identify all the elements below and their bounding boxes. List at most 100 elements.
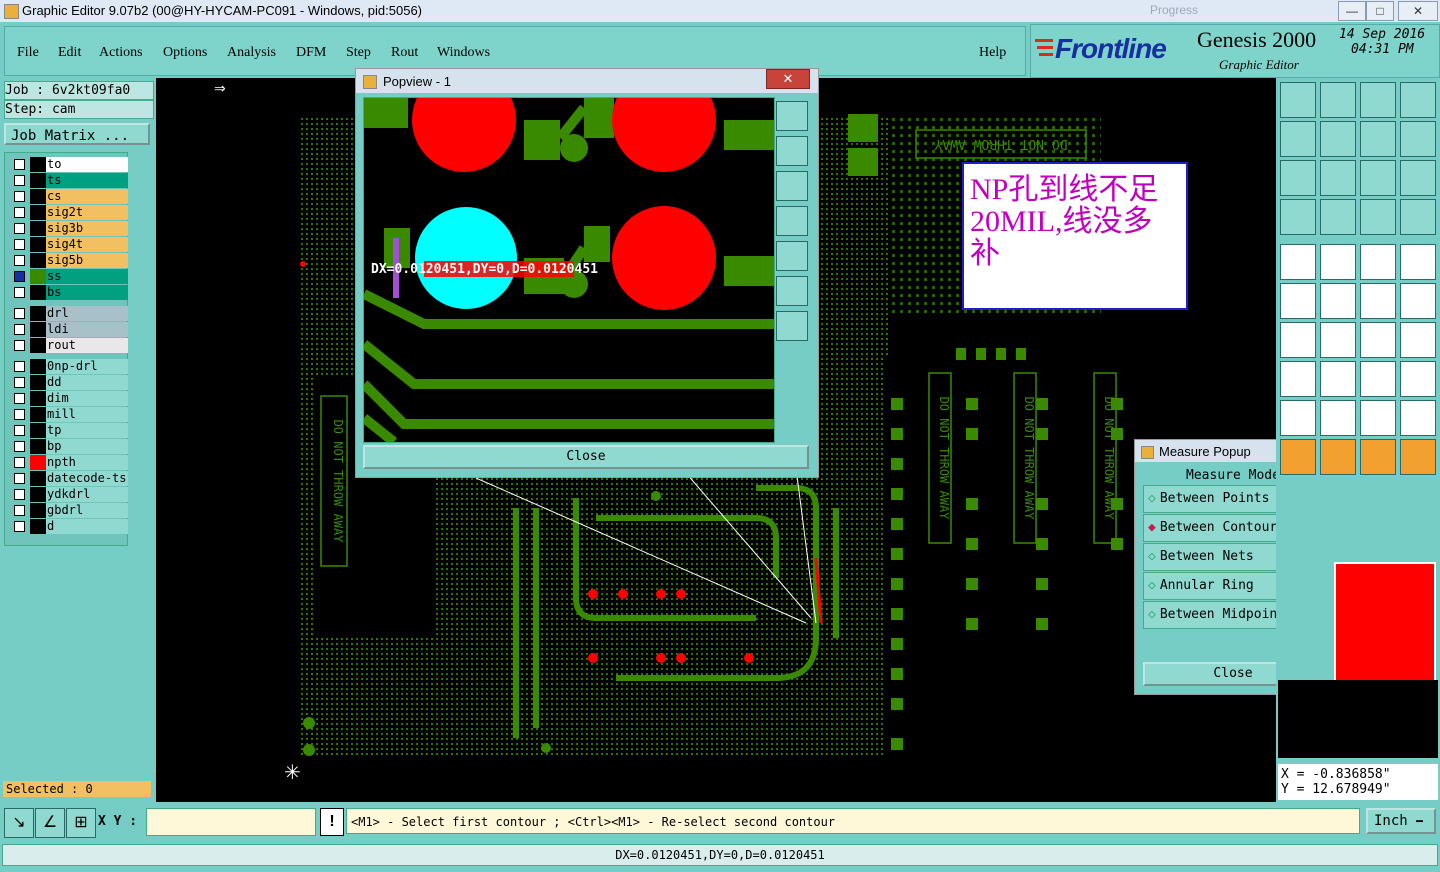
layer-row-ts[interactable]: ts — [14, 173, 129, 188]
layer-checkbox[interactable] — [14, 308, 25, 319]
layer-name[interactable]: mill — [46, 407, 128, 422]
layer-color-swatch[interactable] — [30, 487, 46, 502]
add-circle-icon[interactable] — [1400, 244, 1436, 280]
layer-name[interactable]: ldi — [46, 322, 128, 337]
connect-icon[interactable] — [1280, 283, 1316, 319]
layer-checkbox[interactable] — [14, 505, 25, 516]
layer-row-sig4t[interactable]: sig4t — [14, 237, 129, 252]
layer-row-dim[interactable]: dim — [14, 391, 129, 406]
layer-name[interactable]: npth — [46, 455, 128, 470]
layer-color-swatch[interactable] — [30, 503, 46, 518]
menu-actions[interactable]: Actions — [99, 45, 143, 61]
popview-canvas[interactable]: DX=0.0120451,DY=0,D=0.0120451 — [363, 97, 775, 443]
layer-color-swatch[interactable] — [30, 306, 46, 321]
snap-icon[interactable]: ↘ — [4, 808, 34, 838]
layer-checkbox[interactable] — [14, 457, 25, 468]
close-window-button[interactable]: ✕ — [1398, 1, 1438, 21]
layer-row-0np-drl[interactable]: 0np-drl — [14, 359, 129, 374]
layer-checkbox[interactable] — [14, 473, 25, 484]
layer-up-icon[interactable] — [1280, 82, 1316, 118]
layer-name[interactable]: tp — [46, 423, 128, 438]
layer-row-ss[interactable]: ss — [14, 269, 129, 284]
scale-icon[interactable] — [1360, 361, 1396, 397]
layer-row-gbdrl[interactable]: gbdrl — [14, 503, 129, 518]
layer-row-npth[interactable]: npth — [14, 455, 129, 470]
fit-icon[interactable] — [1280, 160, 1316, 196]
add-text-icon[interactable] — [1360, 244, 1396, 280]
layer-row-bp[interactable]: bp — [14, 439, 129, 454]
layer-color-swatch[interactable] — [30, 322, 46, 337]
layers-compare-icon[interactable] — [1400, 199, 1436, 235]
layer-name[interactable]: gbdrl — [46, 503, 128, 518]
layer-color-swatch[interactable] — [30, 439, 46, 454]
popview-zoom-out-icon[interactable] — [776, 311, 808, 341]
layer-checkbox[interactable] — [14, 361, 25, 372]
group-icon[interactable] — [1400, 361, 1436, 397]
menu-rout[interactable]: Rout — [391, 45, 418, 61]
layer-name[interactable]: dd — [46, 375, 128, 390]
maximize-button[interactable]: □ — [1366, 1, 1394, 21]
menu-analysis[interactable]: Analysis — [227, 45, 276, 61]
layer-color-swatch[interactable] — [30, 455, 46, 470]
layer-checkbox[interactable] — [14, 425, 25, 436]
layer-name[interactable]: sig4t — [46, 237, 128, 252]
layer-color-swatch[interactable] — [30, 375, 46, 390]
tool-a-icon[interactable] — [1280, 199, 1316, 235]
layer-checkbox[interactable] — [14, 191, 25, 202]
layer-name[interactable]: dim — [46, 391, 128, 406]
layer-name[interactable]: sig3b — [46, 221, 128, 236]
grid-toggle-icon[interactable] — [1320, 199, 1356, 235]
layer-name[interactable]: ydkdrl — [46, 487, 128, 502]
cursor-a-icon[interactable] — [1280, 439, 1316, 475]
move-right-icon[interactable] — [1320, 121, 1356, 157]
layer-name[interactable]: d — [46, 519, 128, 534]
layer-checkbox[interactable] — [14, 441, 25, 452]
layer-color-swatch[interactable] — [30, 221, 46, 236]
layer-color-swatch[interactable] — [30, 519, 46, 534]
help-icon[interactable] — [1400, 160, 1436, 196]
layer-checkbox[interactable] — [14, 521, 25, 532]
layer-color-swatch[interactable] — [30, 359, 46, 374]
layer-row-sig2t[interactable]: sig2t — [14, 205, 129, 220]
minimize-button[interactable]: — — [1338, 1, 1366, 21]
layer-row-cs[interactable]: cs — [14, 189, 129, 204]
layer-checkbox[interactable] — [14, 159, 25, 170]
layer-color-swatch[interactable] — [30, 338, 46, 353]
menu-file[interactable]: File — [17, 45, 39, 61]
layer-row-ldi[interactable]: ldi — [14, 322, 129, 337]
layer-checkbox[interactable] — [14, 340, 25, 351]
layer-name[interactable]: bp — [46, 439, 128, 454]
layer-checkbox[interactable] — [14, 239, 25, 250]
layer-name[interactable]: drl — [46, 306, 128, 321]
layer-name[interactable]: cs — [46, 189, 128, 204]
panel-icon[interactable] — [1400, 82, 1436, 118]
layer-row-ydkdrl[interactable]: ydkdrl — [14, 487, 129, 502]
layer-name[interactable]: 0np-drl — [46, 359, 128, 374]
layer-row-bs[interactable]: bs — [14, 285, 129, 300]
layer-checkbox[interactable] — [14, 175, 25, 186]
layer-color-swatch[interactable] — [30, 237, 46, 252]
home-view-icon[interactable] — [1360, 82, 1396, 118]
layer-color-swatch[interactable] — [30, 173, 46, 188]
job-matrix-button[interactable]: Job Matrix ... — [4, 123, 150, 145]
add-line-icon[interactable] — [1320, 244, 1356, 280]
grid-icon[interactable]: ⊞ — [66, 808, 96, 838]
popview-pan-down-icon[interactable] — [776, 171, 808, 201]
layer-checkbox[interactable] — [14, 324, 25, 335]
snap-point-icon[interactable] — [1400, 283, 1436, 319]
warn-c-icon[interactable] — [1360, 400, 1396, 436]
layer-color-swatch[interactable] — [30, 205, 46, 220]
layer-checkbox[interactable] — [14, 287, 25, 298]
layer-color-swatch[interactable] — [30, 391, 46, 406]
layer-name[interactable]: to — [46, 157, 128, 172]
cursor-d-icon[interactable] — [1400, 439, 1436, 475]
warn-b-icon[interactable] — [1320, 400, 1356, 436]
units-selector[interactable]: Inch ━ — [1366, 808, 1436, 834]
cursor-b-icon[interactable] — [1320, 439, 1356, 475]
menu-edit[interactable]: Edit — [58, 45, 81, 61]
layer-row-sig3b[interactable]: sig3b — [14, 221, 129, 236]
popview-zoom-home-icon[interactable] — [776, 101, 808, 131]
layer-row-to[interactable]: to — [14, 157, 129, 172]
layer-checkbox[interactable] — [14, 207, 25, 218]
layer-row-mill[interactable]: mill — [14, 407, 129, 422]
